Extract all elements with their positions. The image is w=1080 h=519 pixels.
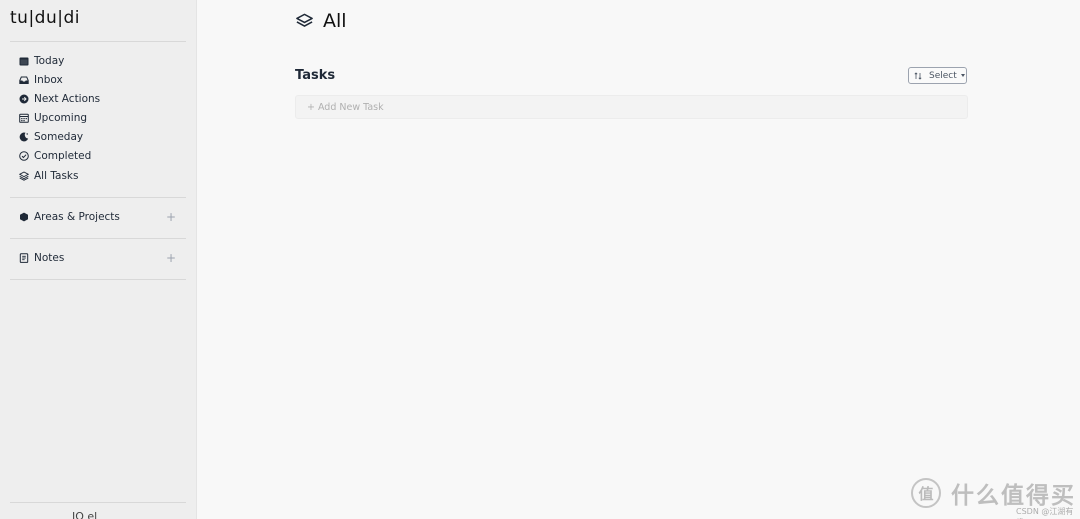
sidebar-item-label: All Tasks xyxy=(34,170,79,182)
add-new-task-input[interactable]: + Add New Task xyxy=(295,95,968,119)
sidebar-divider xyxy=(10,197,186,198)
sidebar-item-label: Completed xyxy=(34,150,92,162)
sidebar-item-someday[interactable]: Someday xyxy=(19,128,83,146)
layers-icon xyxy=(295,12,314,31)
watermark: 值 什么值得买 xyxy=(911,476,1076,510)
sidebar-footer-divider xyxy=(10,502,186,503)
select-button-label: Select xyxy=(929,70,957,81)
watermark-subtext: CSDN @江湖有缘 xyxy=(1016,507,1074,519)
tasks-section-title: Tasks xyxy=(295,68,336,83)
sidebar: tu|du|di Today Inbox Next Actions Upcomi xyxy=(0,0,197,519)
sidebar-divider xyxy=(10,279,186,280)
sidebar-item-all-tasks[interactable]: All Tasks xyxy=(19,167,79,185)
calendar-days-icon xyxy=(19,113,29,123)
chevron-down-icon xyxy=(960,74,965,77)
sidebar-item-label: Inbox xyxy=(34,74,63,86)
sidebar-item-inbox[interactable]: Inbox xyxy=(19,71,63,89)
page-header: All xyxy=(295,10,347,32)
sidebar-item-label: Someday xyxy=(34,131,84,143)
sidebar-item-areas-projects[interactable]: Areas & Projects xyxy=(19,208,120,226)
sidebar-item-completed[interactable]: Completed xyxy=(19,147,91,165)
select-button[interactable]: Select xyxy=(908,67,967,84)
sidebar-item-next-actions[interactable]: Next Actions xyxy=(19,90,100,108)
watermark-logo: 值 xyxy=(911,478,941,508)
app-window: tu|du|di Today Inbox Next Actions Upcomi xyxy=(0,0,1080,519)
sidebar-item-label: Areas & Projects xyxy=(34,211,120,223)
sidebar-item-label: Notes xyxy=(34,252,65,264)
main-content: All Tasks Select + Add New Task xyxy=(197,0,1080,519)
layers-icon xyxy=(19,171,29,181)
calendar-icon xyxy=(19,56,29,66)
app-logo: tu|du|di xyxy=(10,8,80,28)
notebook-icon xyxy=(19,253,29,263)
sidebar-item-label: Next Actions xyxy=(34,93,101,105)
add-area-project-button[interactable]: + xyxy=(165,211,177,223)
page-title: All xyxy=(323,10,347,32)
check-circle-icon xyxy=(19,151,29,161)
sidebar-divider xyxy=(10,238,186,239)
moon-icon xyxy=(19,132,29,142)
inbox-icon xyxy=(19,75,29,85)
hexagon-icon xyxy=(19,212,29,222)
watermark-text: 什么值得买 xyxy=(951,483,1076,509)
sidebar-item-notes[interactable]: Notes xyxy=(19,249,64,267)
arrow-right-circle-icon xyxy=(19,94,29,104)
sidebar-item-label: Upcoming xyxy=(34,112,88,124)
add-note-button[interactable]: + xyxy=(165,252,177,264)
sidebar-item-upcoming[interactable]: Upcoming xyxy=(19,109,87,127)
sidebar-footer: JO el xyxy=(72,510,98,519)
sidebar-item-today[interactable]: Today xyxy=(19,52,64,70)
sort-icon xyxy=(914,71,922,80)
sidebar-item-label: Today xyxy=(34,55,65,67)
sidebar-divider xyxy=(10,41,186,42)
